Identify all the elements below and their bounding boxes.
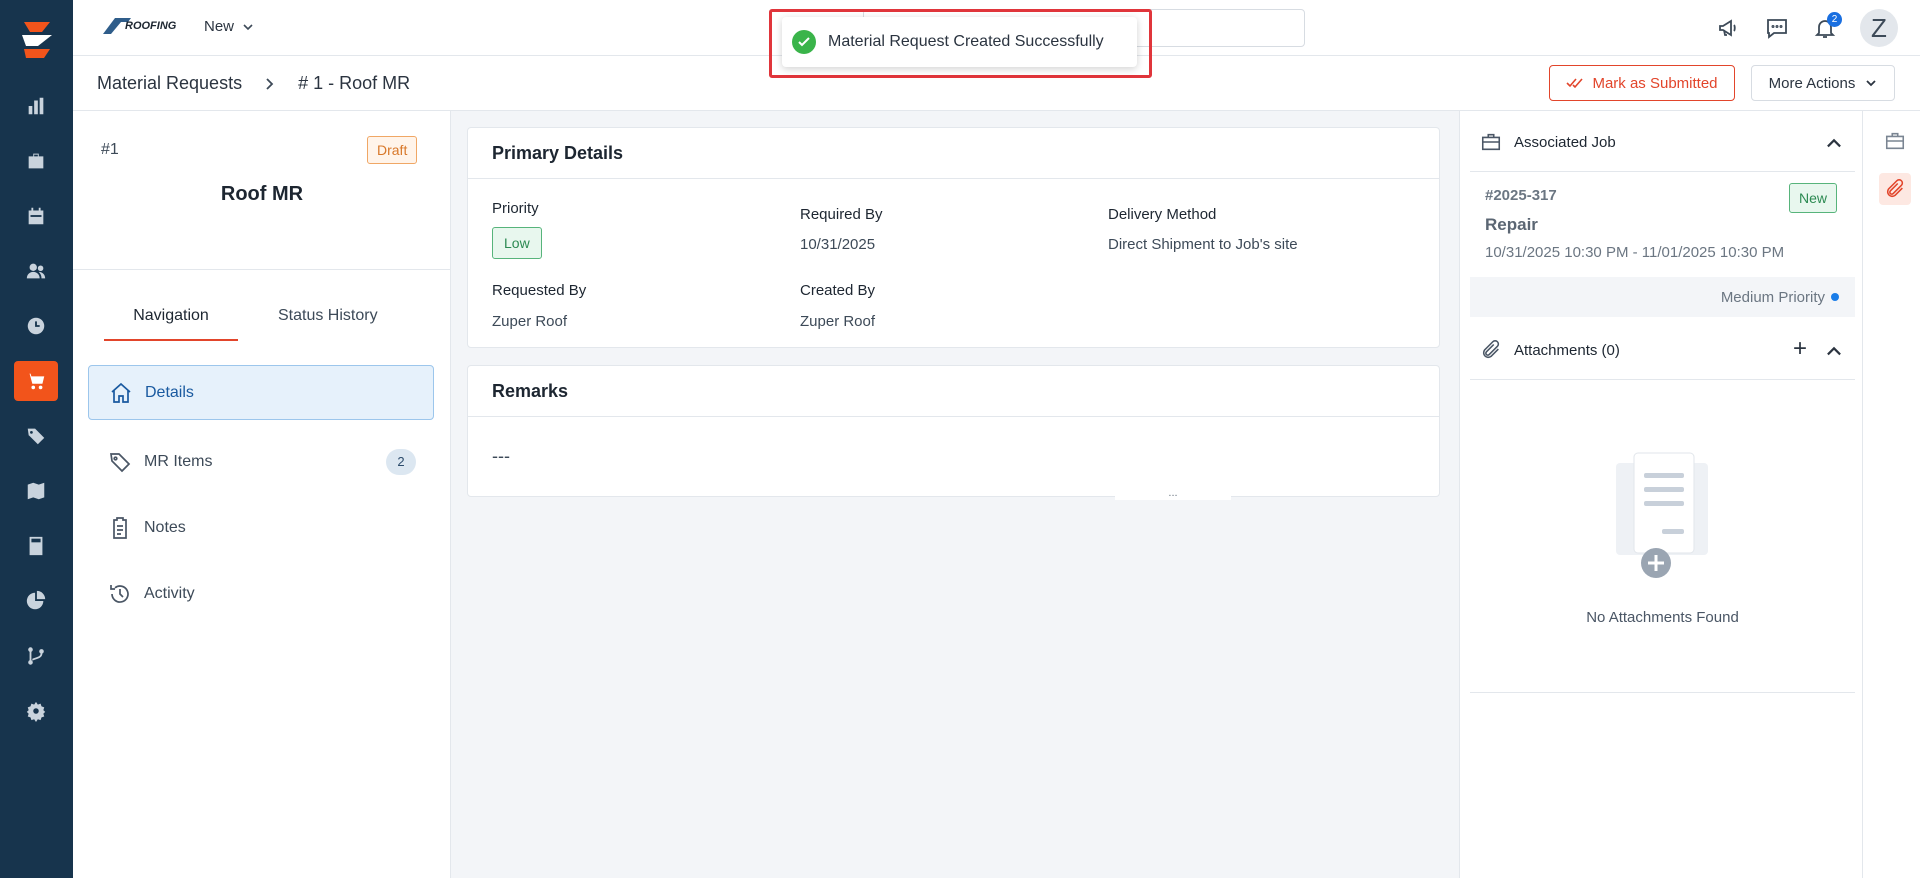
nav-item-notes[interactable]: Notes	[88, 500, 434, 555]
reports-pie-icon[interactable]	[14, 581, 58, 621]
priority-dot-icon	[1831, 293, 1839, 301]
job-priority-row: Medium Priority	[1470, 277, 1855, 317]
job-name[interactable]: Repair	[1485, 215, 1538, 235]
add-attachment-button[interactable]: +	[1793, 337, 1807, 361]
success-check-icon	[792, 30, 816, 54]
mark-as-submitted-button[interactable]: Mark as Submitted	[1549, 65, 1735, 101]
nav-item-label: MR Items	[144, 452, 213, 470]
dashboard-icon[interactable]	[14, 86, 58, 126]
remarks-value: ---	[492, 446, 510, 466]
user-avatar[interactable]: Z	[1860, 9, 1898, 47]
chat-icon[interactable]	[1764, 15, 1790, 41]
map-icon[interactable]	[14, 471, 58, 511]
requested-by-value: Zuper Roof	[492, 313, 568, 330]
top-bar-icons: 2 Z	[1716, 9, 1898, 47]
workflow-icon[interactable]	[14, 636, 58, 676]
created-by-label: Created By	[800, 282, 876, 299]
breadcrumb-current: # 1 - Roof MR	[298, 73, 411, 93]
tab-navigation[interactable]: Navigation	[104, 307, 238, 341]
job-schedule-dates: 10/31/2025 10:30 PM - 11/01/2025 10:30 P…	[1485, 244, 1785, 261]
required-by-label: Required By	[800, 206, 883, 223]
strip-briefcase-icon[interactable]	[1879, 125, 1911, 157]
chevron-right-icon	[266, 77, 274, 90]
delivery-method-label: Delivery Method	[1108, 206, 1217, 223]
nav-item-mr-items[interactable]: MR Items 2	[88, 434, 434, 489]
calculator-icon[interactable]	[14, 526, 58, 566]
record-title: Roof MR	[220, 183, 304, 205]
divider	[73, 269, 451, 270]
mr-items-count-badge: 2	[386, 448, 416, 475]
new-button-label: New	[204, 18, 235, 35]
purchase-cart-icon[interactable]	[14, 361, 58, 401]
breadcrumb-material-requests-link[interactable]: Material Requests	[97, 73, 242, 94]
success-toast: Material Request Created Successfully	[782, 17, 1137, 67]
chevron-down-icon	[243, 23, 253, 30]
toast-message: Material Request Created Successfully	[828, 33, 1104, 50]
calendar-icon[interactable]	[14, 196, 58, 236]
right-quick-strip	[1862, 111, 1920, 878]
resize-handle[interactable]: ...	[1115, 488, 1231, 500]
double-check-icon	[1566, 78, 1584, 89]
announcement-megaphone-icon[interactable]	[1716, 15, 1742, 41]
priority-label: Priority	[492, 200, 539, 217]
divider	[1470, 692, 1855, 693]
briefcase-icon	[1481, 133, 1501, 151]
record-summary-panel: #1 Draft Roof MR Navigation Status Histo…	[73, 111, 451, 878]
timesheet-clock-icon[interactable]	[14, 306, 58, 346]
notification-count-badge: 2	[1827, 12, 1842, 27]
chevron-up-icon[interactable]	[1823, 341, 1845, 363]
home-icon	[111, 382, 131, 403]
notifications-bell-icon[interactable]: 2	[1812, 12, 1842, 41]
primary-details-card: Primary Details Priority Low Required By…	[467, 127, 1440, 348]
associated-job-header[interactable]: Associated Job	[1470, 113, 1855, 172]
priority-badge: Low	[492, 227, 542, 259]
paperclip-icon	[1482, 340, 1500, 359]
created-by-value: Zuper Roof	[800, 313, 876, 330]
nav-item-label: Notes	[144, 518, 186, 536]
delivery-method-value: Direct Shipment to Job's site	[1108, 236, 1298, 253]
job-number-link[interactable]: #2025-317	[1485, 187, 1557, 204]
attachments-title: Attachments (0)	[1514, 341, 1620, 359]
customers-icon[interactable]	[14, 251, 58, 291]
chevron-down-icon	[1866, 80, 1876, 87]
more-actions-label: More Actions	[1768, 74, 1856, 92]
no-attachments-text: No Attachments Found	[1586, 609, 1739, 626]
history-icon	[110, 584, 129, 603]
record-number: #1	[101, 141, 119, 158]
attachments-header: Attachments (0) +	[1470, 321, 1855, 380]
empty-attachments-illustration-icon	[1616, 452, 1708, 578]
requested-by-label: Requested By	[492, 282, 587, 299]
nav-item-activity[interactable]: Activity	[88, 566, 434, 621]
required-by-value: 10/31/2025	[800, 236, 876, 253]
job-priority-text: Medium Priority	[1720, 288, 1825, 306]
breadcrumb: Material Requests # 1 - Roof MR	[97, 73, 410, 94]
associated-job-title: Associated Job	[1514, 133, 1616, 151]
products-tag-icon[interactable]	[14, 416, 58, 456]
jobs-briefcase-icon[interactable]	[14, 141, 58, 181]
job-status-badge: New	[1789, 183, 1838, 213]
new-dropdown-button[interactable]: New	[204, 18, 254, 35]
primary-details-title: Primary Details	[468, 128, 1439, 179]
remarks-card: Remarks ---	[467, 365, 1440, 497]
strip-paperclip-icon[interactable]	[1879, 173, 1911, 205]
clipboard-icon	[113, 516, 127, 539]
chevron-up-icon[interactable]	[1823, 133, 1845, 155]
nav-item-details[interactable]: Details	[88, 365, 434, 420]
remarks-title: Remarks	[468, 366, 1439, 417]
more-actions-button[interactable]: More Actions	[1751, 65, 1895, 101]
brand-text: ROOFING	[125, 20, 177, 32]
nav-item-label: Details	[145, 383, 194, 401]
related-info-panel: Associated Job #2025-317 New Repair 10/3…	[1459, 111, 1862, 878]
app-logo-icon[interactable]	[16, 18, 58, 62]
mark-as-submitted-label: Mark as Submitted	[1592, 74, 1718, 92]
tab-status-history[interactable]: Status History	[278, 307, 378, 339]
nav-item-label: Activity	[144, 584, 195, 602]
tag-icon	[110, 452, 131, 472]
settings-gear-icon[interactable]	[14, 691, 58, 731]
status-badge: Draft	[367, 136, 418, 164]
app-sidebar	[0, 0, 73, 878]
